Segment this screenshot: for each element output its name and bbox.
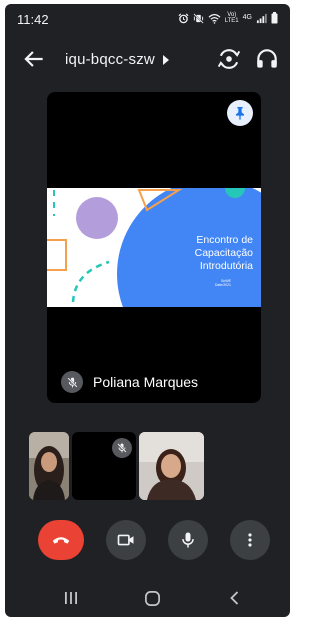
status-time: 11:42 xyxy=(17,12,49,27)
participant-video xyxy=(29,432,69,500)
meeting-header: iqu-bqcc-szw xyxy=(5,40,290,80)
vibrate-icon xyxy=(193,12,204,24)
muted-indicator xyxy=(61,371,83,393)
more-vert-icon xyxy=(248,533,252,547)
mic-off-icon xyxy=(117,443,127,453)
camera-toggle-button[interactable] xyxy=(106,520,146,560)
battery-icon xyxy=(271,12,278,24)
participant-name: Poliana Marques xyxy=(93,374,199,390)
participant-thumbnail-1[interactable] xyxy=(29,432,69,500)
participant-thumbnail-2[interactable] xyxy=(72,432,136,500)
recents-icon xyxy=(65,592,77,604)
switch-camera-icon xyxy=(217,49,241,69)
mic-icon xyxy=(182,532,194,548)
participant-thumbnail-3[interactable] xyxy=(139,432,204,500)
home-icon xyxy=(144,590,160,606)
wifi-icon xyxy=(208,13,221,24)
audio-output-button[interactable] xyxy=(254,46,280,72)
system-nav-bar xyxy=(5,577,290,617)
main-video-tile[interactable]: Encontro de Capacitação Introdutória SoW… xyxy=(47,92,261,403)
camera-icon xyxy=(117,534,134,546)
meeting-code-button[interactable]: iqu-bqcc-szw xyxy=(65,51,169,68)
meeting-code: iqu-bqcc-szw xyxy=(65,51,155,68)
slide-title: Encontro de Capacitação Introdutória xyxy=(194,234,253,272)
slide-teal-dash-arc xyxy=(71,260,110,303)
pin-button[interactable] xyxy=(227,100,253,126)
signal-icon xyxy=(256,13,267,23)
network-label: Vo) LTE1 xyxy=(224,12,239,24)
participant-video xyxy=(139,432,204,500)
end-call-icon xyxy=(52,537,70,544)
mic-toggle-button[interactable] xyxy=(168,520,208,560)
alarm-icon xyxy=(178,12,189,23)
home-button[interactable] xyxy=(141,587,163,609)
status-bar: 11:42 Vo) LTE1 4G xyxy=(5,4,290,34)
slide-orange-frame xyxy=(47,239,67,271)
headphones-icon xyxy=(257,49,277,68)
network-type: 4G xyxy=(242,14,252,21)
more-options-button[interactable] xyxy=(230,520,270,560)
back-icon xyxy=(230,591,239,605)
back-button[interactable] xyxy=(21,46,47,72)
chevron-right-icon xyxy=(162,54,169,65)
back-arrow-icon xyxy=(24,51,43,67)
participant-label: Poliana Marques xyxy=(61,371,198,393)
switch-camera-button[interactable] xyxy=(216,46,242,72)
status-icons: Vo) LTE1 4G xyxy=(178,12,278,24)
end-call-button[interactable] xyxy=(38,520,84,560)
nav-back-button[interactable] xyxy=(224,587,246,609)
phone-screen: 11:42 Vo) LTE1 4G iqu-bqcc-szw Encontro … xyxy=(5,4,290,617)
mic-off-icon xyxy=(67,377,77,387)
muted-indicator xyxy=(112,438,132,458)
shared-slide: Encontro de Capacitação Introdutória SoW… xyxy=(47,188,261,307)
slide-subtitle: SoWE Date/2021 xyxy=(214,279,231,287)
pin-icon xyxy=(236,107,244,120)
recents-button[interactable] xyxy=(60,587,82,609)
slide-purple-circle xyxy=(76,197,118,239)
